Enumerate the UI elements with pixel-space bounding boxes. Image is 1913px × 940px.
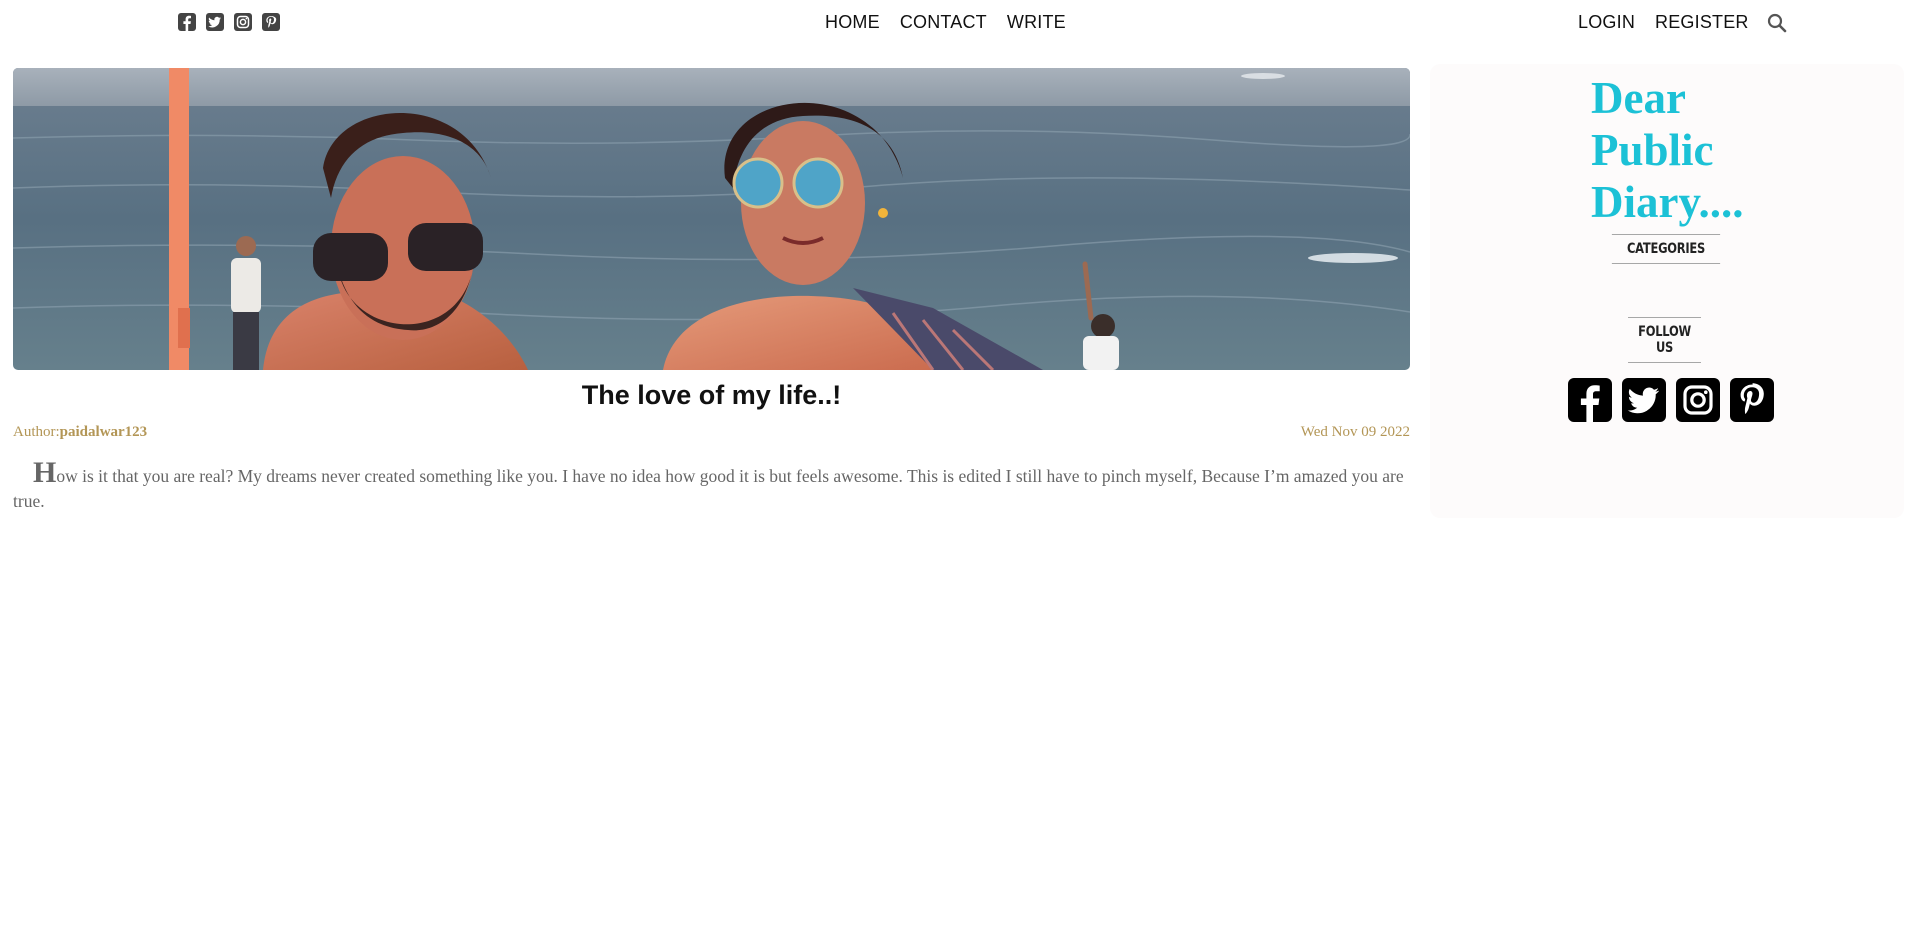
main-nav: HOME CONTACT WRITE (825, 12, 1066, 33)
post-author: Author:paidalwar123 (13, 424, 147, 441)
nav-write[interactable]: WRITE (1007, 12, 1066, 33)
pinterest-icon[interactable] (262, 13, 280, 31)
author-name[interactable]: paidalwar123 (60, 424, 148, 440)
categories-heading: CATEGORIES (1611, 234, 1721, 264)
instagram-icon[interactable] (234, 13, 252, 31)
follow-us-heading: FOLLOW US (1628, 317, 1701, 363)
post: The love of my life..! Author:paidalwar1… (13, 68, 1410, 511)
sidebar: Dear Public Diary.... CATEGORIES FOLLOW … (1430, 64, 1904, 518)
nav-home[interactable]: HOME (825, 12, 880, 33)
account-nav: LOGIN REGISTER (1578, 12, 1749, 33)
facebook-icon[interactable] (178, 13, 196, 31)
post-dropcap: H (33, 456, 57, 489)
brand-line-3: Diary.... (1591, 177, 1744, 227)
post-body: How is it that you are real? My dreams n… (13, 458, 1410, 514)
brand-line-2: Public (1591, 125, 1714, 175)
facebook-icon[interactable] (1568, 378, 1612, 422)
top-bar: HOME CONTACT WRITE LOGIN REGISTER (0, 0, 1913, 46)
post-title: The love of my life..! (581, 380, 842, 410)
brand-line-1: Dear (1591, 73, 1686, 123)
search-icon[interactable] (1767, 13, 1787, 38)
nav-contact[interactable]: CONTACT (900, 12, 987, 33)
twitter-icon[interactable] (206, 13, 224, 31)
header-social-links (178, 13, 280, 31)
brand-title: Dear Public Diary.... (1591, 72, 1791, 228)
twitter-icon[interactable] (1622, 378, 1666, 422)
sidebar-social-links (1568, 378, 1774, 422)
post-date: Wed Nov 09 2022 (1300, 424, 1410, 440)
instagram-icon[interactable] (1676, 378, 1720, 422)
pinterest-icon[interactable] (1730, 378, 1774, 422)
nav-register[interactable]: REGISTER (1655, 12, 1749, 33)
post-body-text: ow is it that you are real? My dreams ne… (13, 466, 1404, 511)
nav-login[interactable]: LOGIN (1578, 12, 1635, 33)
post-cover-image (13, 68, 1410, 370)
author-label: Author: (13, 424, 60, 440)
